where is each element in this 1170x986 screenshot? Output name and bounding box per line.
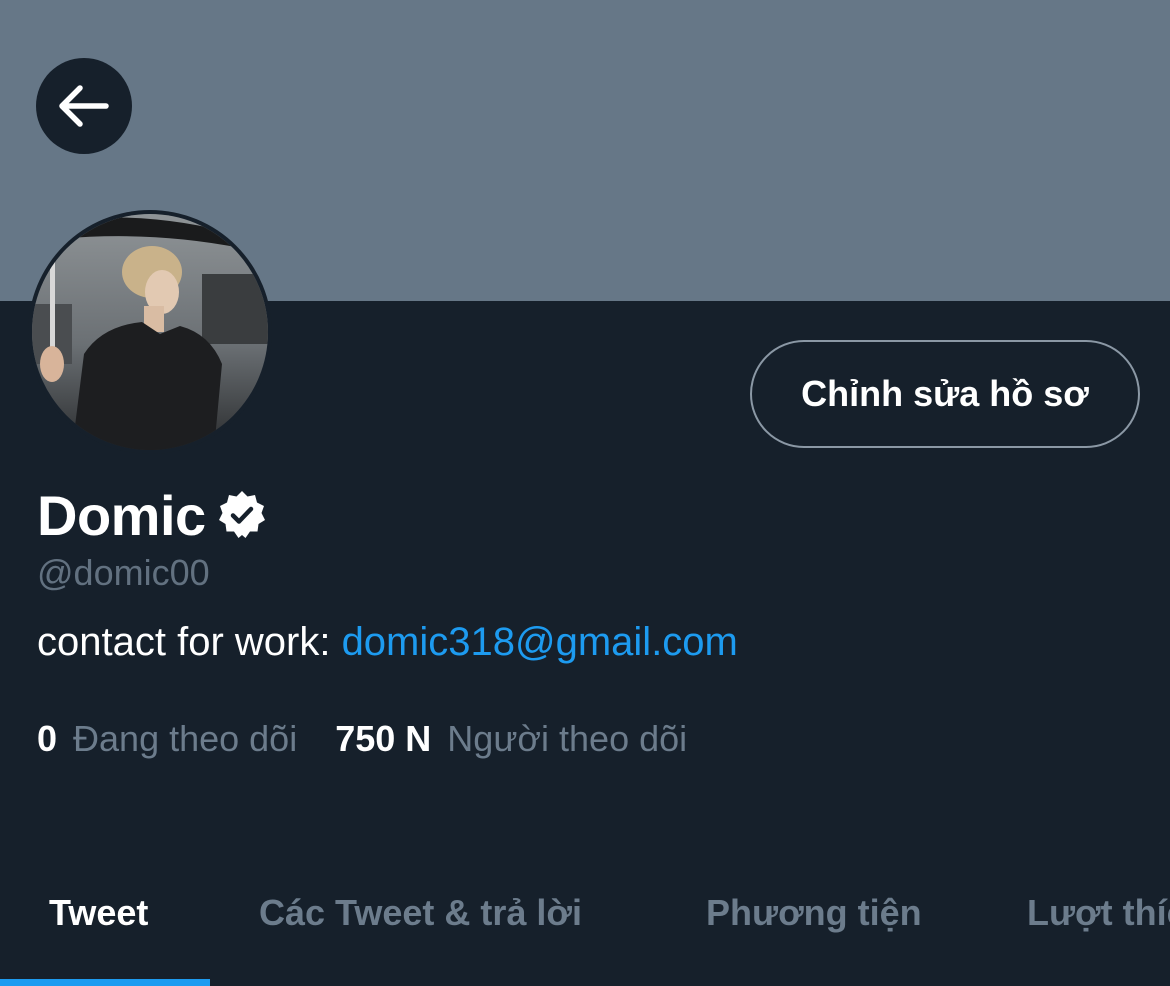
followers-label: Người theo dõi [447,718,688,759]
tab-tweets[interactable]: Tweet [49,892,148,934]
following-label: Đang theo dõi [73,718,298,759]
profile-bio: contact for work: domic318@gmail.com [37,620,738,665]
followers-stat[interactable]: 750 N Người theo dõi [335,718,687,760]
user-handle: @domic00 [37,552,210,593]
avatar-photo [32,214,268,450]
active-tab-indicator [0,979,210,986]
bio-email-link[interactable]: domic318@gmail.com [342,620,738,664]
edit-profile-button[interactable]: Chỉnh sửa hồ sơ [750,340,1140,448]
tab-likes[interactable]: Lượt thích [1027,892,1170,934]
back-button[interactable] [36,58,132,154]
profile-tabs: Tweet Các Tweet & trả lời Phương tiện Lư… [0,860,1170,986]
followers-count: 750 N [335,718,432,759]
follow-stats: 0 Đang theo dõi 750 N Người theo dõi [37,718,687,760]
following-count: 0 [37,718,58,759]
arrow-left-icon [59,85,109,127]
avatar[interactable] [28,210,272,454]
bio-text: contact for work: [37,620,342,664]
tab-media[interactable]: Phương tiện [706,892,922,934]
name-row: Domic [37,480,268,550]
tab-tweets-and-replies[interactable]: Các Tweet & trả lời [259,892,582,934]
verified-badge-icon [218,491,265,538]
display-name: Domic [37,483,206,547]
profile-page: Chỉnh sửa hồ sơ Domic @domic00 contact f… [0,0,1170,986]
following-stat[interactable]: 0 Đang theo dõi [37,718,297,760]
